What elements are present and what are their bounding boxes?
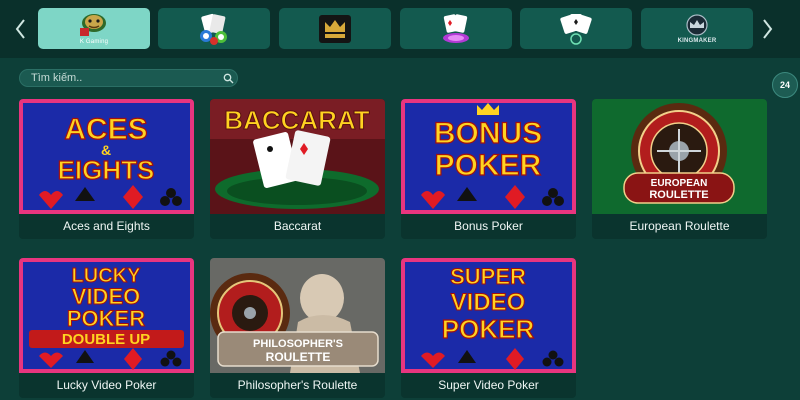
game-card-baccarat[interactable]: BACCARAT Baccarat bbox=[210, 99, 385, 239]
game-thumbnail: PHILOSOPHER'S ROULETTE bbox=[210, 258, 385, 373]
provider-tab-golden-crown[interactable] bbox=[279, 8, 391, 49]
art-text: DOUBLE UP bbox=[62, 331, 150, 348]
game-title: Lucky Video Poker bbox=[56, 378, 157, 392]
search-icon[interactable] bbox=[219, 73, 237, 84]
cards-chips-logo bbox=[200, 13, 227, 45]
provider-tab-playing-cards[interactable] bbox=[520, 8, 632, 49]
provider-tab-cards-chips[interactable] bbox=[158, 8, 270, 49]
game-thumbnail: BACCARAT bbox=[210, 99, 385, 214]
art-text: EIGHTS bbox=[58, 155, 155, 185]
poker-cards-logo bbox=[443, 13, 469, 43]
game-thumbnail: ACES & EIGHTS bbox=[19, 99, 194, 214]
chevron-right-icon[interactable] bbox=[756, 14, 780, 44]
provider-tab-kingmaker[interactable]: KINGMAKER bbox=[641, 8, 753, 49]
chevron-left-icon[interactable] bbox=[8, 14, 32, 44]
provider-tab-kings-gaming[interactable]: K Gaming bbox=[38, 8, 150, 49]
kingmaker-logo: KINGMAKER bbox=[678, 13, 717, 44]
art-text: POKER bbox=[435, 149, 542, 182]
game-card-lucky-video-poker[interactable]: LUCKY VIDEO POKER DOUBLE UP Lucky Video … bbox=[19, 258, 194, 398]
game-card-philosophers-roulette[interactable]: PHILOSOPHER'S ROULETTE Philosopher's Rou… bbox=[210, 258, 385, 398]
search-input[interactable] bbox=[20, 72, 219, 84]
support-24-icon[interactable]: 24 bbox=[772, 72, 798, 98]
playing-cards-logo bbox=[560, 13, 592, 45]
art-text: ROULETTE bbox=[266, 350, 331, 364]
provider-bar: K Gaming KINGMAKER bbox=[0, 0, 800, 58]
art-text: ROULETTE bbox=[649, 189, 708, 201]
game-card-super-video-poker[interactable]: SUPER VIDEO POKER Super Video Poker bbox=[401, 258, 576, 398]
art-text: PHILOSOPHER'S bbox=[253, 338, 343, 350]
art-text: POKER bbox=[67, 306, 145, 331]
game-card-european-roulette[interactable]: EUROPEAN ROULETTE European Roulette bbox=[592, 99, 767, 239]
game-title: Super Video Poker bbox=[438, 378, 539, 392]
game-title: Philosopher's Roulette bbox=[237, 378, 358, 392]
game-thumbnail: LUCKY VIDEO POKER DOUBLE UP bbox=[19, 258, 194, 373]
art-text: SUPER bbox=[450, 264, 526, 289]
game-thumbnail: BONUS POKER bbox=[401, 99, 576, 214]
game-title: European Roulette bbox=[629, 219, 730, 233]
provider-label: KINGMAKER bbox=[677, 38, 717, 44]
kings-gaming-logo: K Gaming bbox=[77, 12, 111, 45]
search-box bbox=[19, 69, 238, 87]
art-text: EUROPEAN bbox=[651, 178, 708, 189]
art-text: VIDEO bbox=[451, 289, 526, 316]
golden-crown-logo bbox=[319, 14, 351, 43]
provider-label: K Gaming bbox=[79, 39, 109, 45]
game-thumbnail: SUPER VIDEO POKER bbox=[401, 258, 576, 373]
game-title: Aces and Eights bbox=[63, 219, 150, 233]
game-card-aces-and-eights[interactable]: ACES & EIGHTS Aces and Eights bbox=[19, 99, 194, 239]
provider-tab-poker-cards[interactable] bbox=[400, 8, 512, 49]
game-card-bonus-poker[interactable]: BONUS POKER Bonus Poker bbox=[401, 99, 576, 239]
art-text: BONUS bbox=[434, 117, 542, 150]
art-text: POKER bbox=[442, 314, 535, 344]
support-label: 24 bbox=[779, 80, 790, 90]
game-title: Bonus Poker bbox=[454, 219, 523, 233]
game-thumbnail: EUROPEAN ROULETTE bbox=[592, 99, 767, 214]
game-title: Baccarat bbox=[273, 219, 322, 233]
